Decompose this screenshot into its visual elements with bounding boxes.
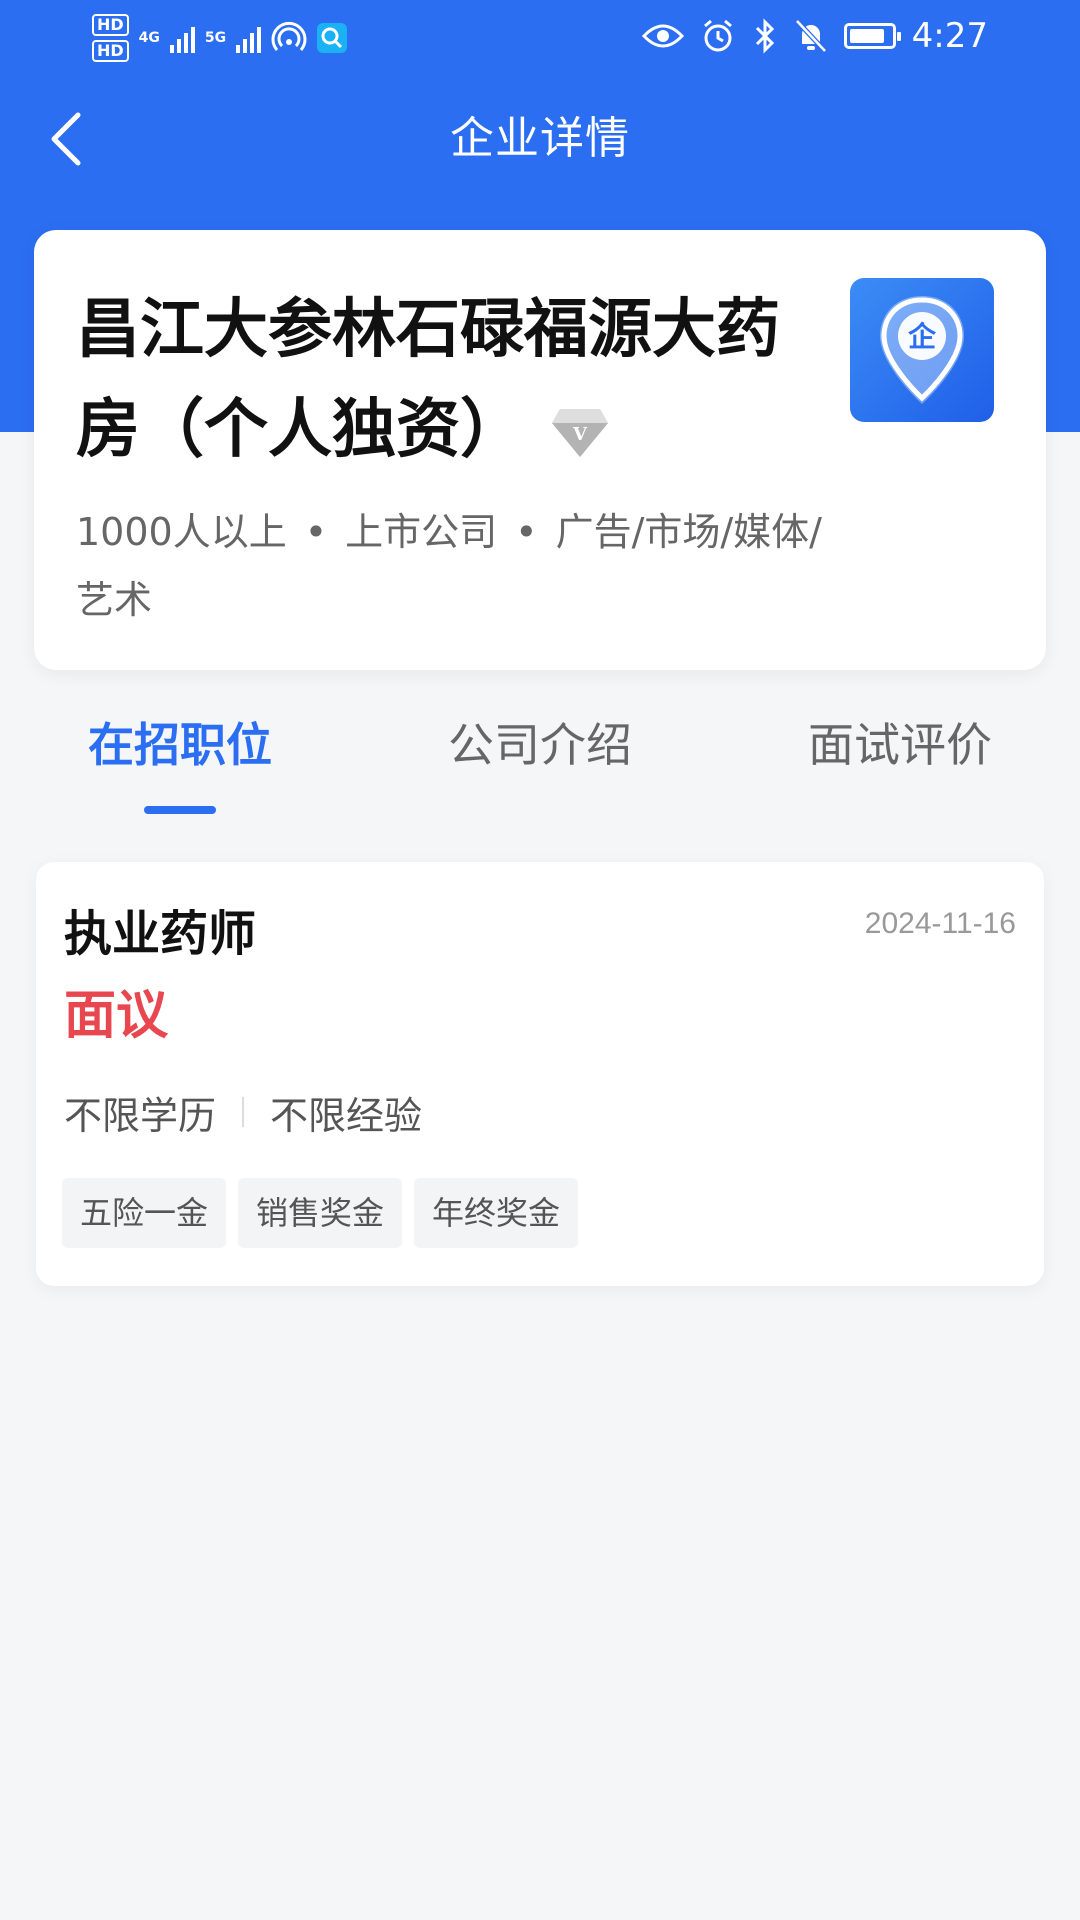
hd-indicators: HD HD bbox=[92, 14, 129, 62]
logo-char: 企 bbox=[908, 320, 937, 353]
company-card: 昌江大参林石碌福源大药房（个人独资） V 1000人以上 • 上市公司 • 广告/市场/… bbox=[34, 230, 1046, 670]
alarm-icon bbox=[703, 19, 732, 52]
network-type-1: 4G bbox=[138, 30, 160, 46]
company-size: 1000人以上 bbox=[76, 510, 287, 554]
bluetooth-icon bbox=[755, 18, 774, 54]
status-right: 4:27 bbox=[641, 14, 988, 58]
active-tab-indicator bbox=[144, 806, 216, 814]
job-card[interactable]: 执业药师 2024-11-16 面议 不限学历 不限经验 五险一金 销售奖金 年… bbox=[36, 862, 1044, 1286]
network-type-2: 5G bbox=[204, 30, 227, 46]
status-bar: HD HD 4G 5G 4:27 bbox=[0, 0, 1080, 72]
tab-company-intro[interactable]: 公司介绍 bbox=[420, 700, 660, 790]
benefit-tag: 销售奖金 bbox=[238, 1178, 403, 1248]
hd-badge-2: HD bbox=[92, 40, 129, 62]
location-pin-icon: 企 bbox=[880, 296, 964, 404]
experience-requirement: 不限经验 bbox=[270, 1093, 423, 1138]
diamond-v-icon: V bbox=[552, 409, 608, 458]
status-left: HD HD 4G 5G bbox=[92, 8, 348, 68]
company-type: 上市公司 bbox=[345, 510, 498, 554]
signal-icon-2 bbox=[236, 23, 262, 53]
job-requirements: 不限学历 不限经验 bbox=[64, 1084, 422, 1140]
job-title: 执业药师 bbox=[64, 906, 257, 962]
hotspot-icon bbox=[271, 21, 307, 51]
separator-dot: • bbox=[515, 510, 538, 554]
company-meta: 1000人以上 • 上市公司 • 广告/市场/媒体/艺术 bbox=[76, 498, 836, 634]
education-requirement: 不限学历 bbox=[64, 1093, 217, 1138]
benefit-tag: 年终奖金 bbox=[414, 1178, 579, 1248]
tab-open-positions[interactable]: 在招职位 bbox=[60, 700, 300, 790]
job-salary: 面议 bbox=[64, 986, 169, 1046]
search-app-icon bbox=[317, 23, 348, 53]
company-logo: 企 bbox=[850, 278, 994, 422]
tab-bar: 在招职位 公司介绍 面试评价 bbox=[0, 700, 1080, 830]
job-date: 2024-11-16 bbox=[864, 907, 1016, 940]
separator-dot: • bbox=[304, 510, 328, 554]
hd-badge-1: HD bbox=[92, 14, 129, 36]
company-name-text: 昌江大参林石碌福源大药房（个人独资） bbox=[76, 293, 780, 467]
battery-icon bbox=[843, 23, 901, 49]
svg-text:V: V bbox=[572, 424, 588, 445]
tab-interview-reviews[interactable]: 面试评价 bbox=[780, 700, 1020, 790]
benefit-tag: 五险一金 bbox=[62, 1178, 227, 1248]
eye-icon bbox=[641, 24, 684, 48]
page-title: 企业详情 bbox=[450, 113, 630, 164]
benefit-tags: 五险一金 销售奖金 年终奖金 bbox=[62, 1178, 579, 1248]
signal-icon bbox=[169, 23, 195, 53]
status-time: 4:27 bbox=[911, 16, 988, 56]
divider bbox=[242, 1097, 245, 1127]
mute-icon bbox=[794, 19, 827, 53]
company-name: 昌江大参林石碌福源大药房（个人独资） V bbox=[76, 280, 796, 480]
